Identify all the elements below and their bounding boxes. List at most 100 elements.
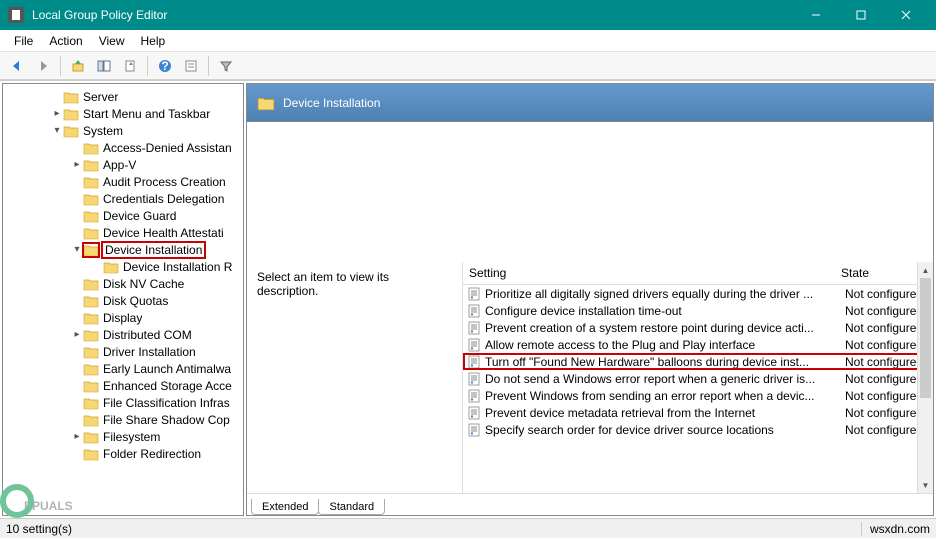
window-title: Local Group Policy Editor: [32, 8, 793, 22]
details-title: Device Installation: [283, 96, 380, 110]
scroll-down-button[interactable]: ▼: [918, 477, 933, 493]
vertical-scrollbar[interactable]: ▲ ▼: [917, 262, 933, 493]
setting-icon: [467, 304, 481, 318]
column-setting[interactable]: Setting: [463, 266, 841, 280]
folder-icon: [83, 243, 99, 257]
tree-label: File Share Shadow Cop: [103, 413, 230, 427]
tab-extended[interactable]: Extended: [251, 499, 319, 515]
tree-label: Enhanced Storage Acce: [103, 379, 232, 393]
folder-icon: [83, 362, 99, 376]
expand-collapsed-icon[interactable]: ▸: [51, 108, 63, 119]
help-button[interactable]: ?: [154, 55, 176, 77]
expand-icon[interactable]: ▸: [71, 329, 83, 340]
tree-item[interactable]: Disk NV Cache: [3, 275, 243, 292]
properties-button[interactable]: [180, 55, 202, 77]
expand-icon[interactable]: ▸: [71, 159, 83, 170]
tree-item-server[interactable]: Server: [3, 88, 243, 105]
tree-item[interactable]: Access-Denied Assistan: [3, 139, 243, 156]
setting-name: Allow remote access to the Plug and Play…: [485, 338, 845, 352]
expand-expanded-icon[interactable]: ▾: [51, 125, 63, 136]
menu-action[interactable]: Action: [41, 32, 90, 50]
tree-item[interactable]: File Classification Infras: [3, 394, 243, 411]
filter-button[interactable]: [215, 55, 237, 77]
tree-label: Device Installation: [101, 241, 206, 259]
tree-item[interactable]: Device Installation R: [3, 258, 243, 275]
tree-label: Filesystem: [103, 430, 160, 444]
scroll-thumb[interactable]: [920, 278, 931, 398]
folder-icon: [257, 95, 275, 111]
watermark-ring-icon: [0, 484, 34, 518]
tree-label: Audit Process Creation: [103, 175, 226, 189]
folder-icon: [83, 175, 99, 189]
tree-item[interactable]: Driver Installation: [3, 343, 243, 360]
tree-item-system[interactable]: ▾System: [3, 122, 243, 139]
setting-row[interactable]: Prevent Windows from sending an error re…: [463, 387, 933, 404]
folder-icon: [83, 277, 99, 291]
tree-item[interactable]: Audit Process Creation: [3, 173, 243, 190]
tree-item[interactable]: Device Guard: [3, 207, 243, 224]
tree-item[interactable]: ▾ Device Installation: [3, 241, 243, 258]
up-button[interactable]: [67, 55, 89, 77]
description-text: Select an item to view its description.: [257, 270, 389, 298]
menu-file[interactable]: File: [6, 32, 41, 50]
tree-label: Disk NV Cache: [103, 277, 184, 291]
tree-item[interactable]: Early Launch Antimalwa: [3, 360, 243, 377]
back-button[interactable]: [6, 55, 28, 77]
tree-label: Start Menu and Taskbar: [83, 107, 210, 121]
tree-item[interactable]: ▸App-V: [3, 156, 243, 173]
tree-item[interactable]: ▸Distributed COM: [3, 326, 243, 343]
main-body: Server ▸ Start Menu and Taskbar▾SystemAcce…: [0, 80, 936, 518]
menu-view[interactable]: View: [91, 32, 133, 50]
tree-label: Device Guard: [103, 209, 176, 223]
folder-icon: [83, 328, 99, 342]
tree-item[interactable]: ▸ Filesystem: [3, 428, 243, 445]
tree-item[interactable]: Enhanced Storage Acce: [3, 377, 243, 394]
menu-help[interactable]: Help: [133, 32, 174, 50]
expand-icon[interactable]: ▸: [71, 431, 83, 442]
forward-button[interactable]: [32, 55, 54, 77]
folder-icon: [83, 158, 99, 172]
description-panel: Select an item to view its description.: [247, 262, 463, 493]
setting-icon: [467, 406, 481, 420]
setting-row[interactable]: Do not send a Windows error report when …: [463, 370, 933, 387]
tree-label: Driver Installation: [103, 345, 196, 359]
tree-item[interactable]: Credentials Delegation: [3, 190, 243, 207]
tree-item[interactable]: Device Health Attestati: [3, 224, 243, 241]
setting-row[interactable]: Allow remote access to the Plug and Play…: [463, 336, 933, 353]
tree-label: Device Installation R: [123, 260, 232, 274]
export-button[interactable]: [119, 55, 141, 77]
tree-label: Display: [103, 311, 142, 325]
setting-name: Specify search order for device driver s…: [485, 423, 845, 437]
setting-row[interactable]: Prioritize all digitally signed drivers …: [463, 285, 933, 302]
setting-row[interactable]: Configure device installation time-outNo…: [463, 302, 933, 319]
tree-label: Disk Quotas: [103, 294, 168, 308]
tree-item[interactable]: File Share Shadow Cop: [3, 411, 243, 428]
expand-icon[interactable]: ▾: [71, 244, 83, 255]
app-icon: [8, 7, 24, 23]
tree-item[interactable]: Disk Quotas: [3, 292, 243, 309]
minimize-button[interactable]: [793, 0, 838, 30]
setting-row[interactable]: Turn off "Found New Hardware" balloons d…: [463, 353, 933, 370]
folder-icon: [103, 260, 119, 274]
status-site: wsxdn.com: [861, 522, 930, 536]
setting-row[interactable]: Prevent creation of a system restore poi…: [463, 319, 933, 336]
tree-pane[interactable]: Server ▸ Start Menu and Taskbar▾SystemAcce…: [2, 83, 244, 516]
setting-row[interactable]: Specify search order for device driver s…: [463, 421, 933, 438]
setting-name: Prevent device metadata retrieval from t…: [485, 406, 845, 420]
tree-item[interactable]: Folder Redirection: [3, 445, 243, 462]
tab-standard[interactable]: Standard: [318, 499, 385, 515]
close-button[interactable]: [883, 0, 928, 30]
show-hide-tree-button[interactable]: [93, 55, 115, 77]
setting-row[interactable]: Prevent device metadata retrieval from t…: [463, 404, 933, 421]
tree-item-startmenu[interactable]: ▸ Start Menu and Taskbar: [3, 105, 243, 122]
tree-label: Folder Redirection: [103, 447, 201, 461]
maximize-button[interactable]: [838, 0, 883, 30]
scroll-up-button[interactable]: ▲: [918, 262, 933, 278]
list-header: Setting State: [463, 262, 933, 285]
setting-name: Configure device installation time-out: [485, 304, 845, 318]
details-spacer: [247, 122, 933, 262]
details-body: Select an item to view its description. …: [247, 262, 933, 493]
title-bar: Local Group Policy Editor: [0, 0, 936, 30]
folder-icon: [83, 294, 99, 308]
tree-item[interactable]: Display: [3, 309, 243, 326]
